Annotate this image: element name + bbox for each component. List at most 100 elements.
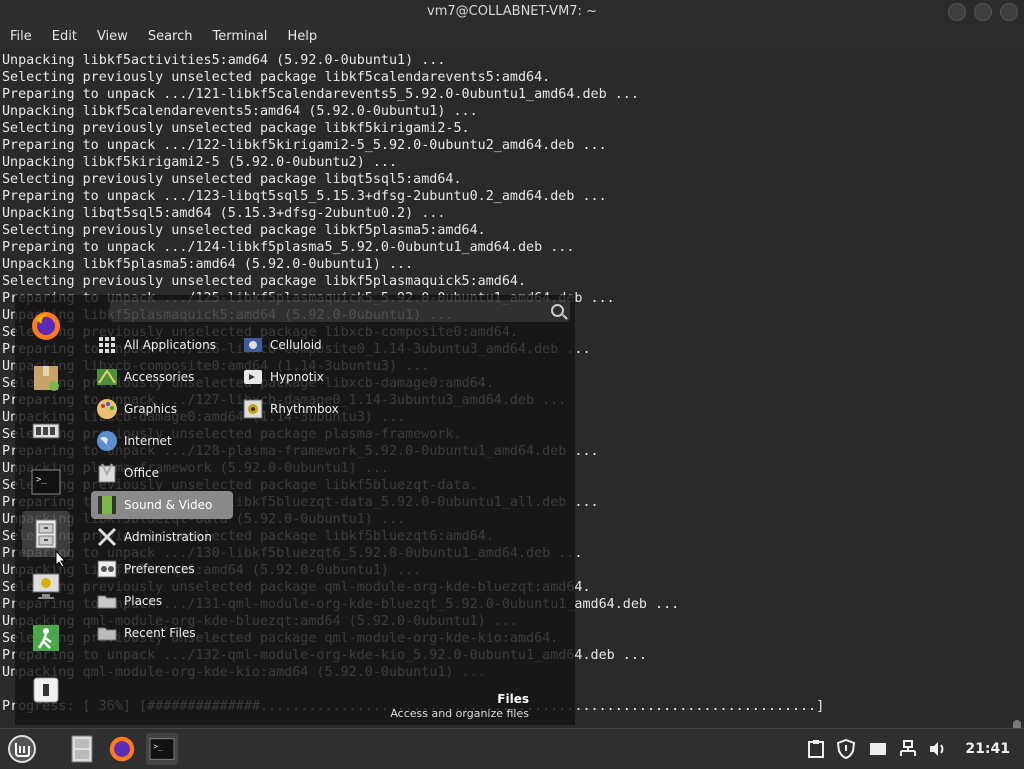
category-label: Preferences (124, 562, 195, 576)
category-preferences[interactable]: Preferences (91, 555, 233, 583)
menu-edit[interactable]: Edit (42, 29, 87, 44)
maximize-button[interactable] (974, 3, 992, 21)
app-label: Hypnotix (270, 370, 324, 384)
power-switch-icon (33, 677, 59, 703)
panel-clock[interactable]: 21:41 (965, 729, 1010, 769)
menu-bar: File Edit View Search Terminal Help (0, 24, 1024, 48)
app-rhythmbox[interactable]: Rhythmbox (237, 395, 339, 423)
file-cabinet-icon (71, 735, 93, 763)
terminal-line: Preparing to unpack .../121-libkf5calend… (2, 87, 639, 102)
film-strip-icon (96, 494, 118, 516)
tooltip-title: Files (497, 692, 529, 706)
app-label: Rhythmbox (270, 402, 339, 416)
terminal-line: Unpacking libqt5sql5:amd64 (5.15.3+dfsg-… (2, 206, 446, 221)
mint-logo-icon (8, 735, 36, 763)
svg-text:>_: >_ (153, 742, 163, 751)
menu-search-box[interactable] (110, 300, 570, 322)
terminal-icon: >_ (149, 738, 175, 760)
fav-firefox[interactable] (22, 303, 70, 349)
terminal-line: Selecting previously unselected package … (2, 274, 527, 289)
firefox-icon (109, 736, 135, 762)
terminal-scrollbar[interactable] (1010, 48, 1024, 760)
category-accessories[interactable]: Accessories (91, 363, 233, 391)
category-graphics[interactable]: Graphics (91, 395, 233, 423)
category-administration[interactable]: Administration (91, 523, 233, 551)
terminal-line: Unpacking libkf5activities5:amd64 (5.92.… (2, 53, 446, 68)
bottom-panel: >_ 21:41 (0, 728, 1024, 768)
mouse-cursor-icon (55, 550, 67, 568)
svg-text:>_: >_ (36, 475, 47, 485)
fav-shutdown[interactable] (22, 667, 70, 713)
tools-icon (96, 526, 118, 548)
menu-search-input[interactable] (114, 300, 538, 322)
window-titlebar[interactable]: vm7@COLLABNET-VM7: ~ (0, 0, 1024, 24)
accessories-icon (96, 366, 118, 388)
taskbar-terminal[interactable]: >_ (146, 733, 178, 765)
terminal-line: Preparing to unpack .../123-libqt5sql5_5… (2, 189, 607, 204)
tray-clipboard[interactable] (806, 739, 826, 759)
folder-icon (96, 590, 118, 612)
taskbar-firefox[interactable] (106, 733, 138, 765)
package-icon (34, 366, 59, 391)
office-icon (96, 462, 118, 484)
fav-logout[interactable] (22, 615, 70, 661)
volume-icon (930, 742, 944, 756)
category-office[interactable]: Office (91, 459, 233, 487)
application-menu: >_ All Applications Accessories Graphics… (15, 295, 575, 725)
tray-update-manager[interactable] (836, 739, 856, 759)
network-icon (900, 740, 916, 756)
logout-icon (33, 625, 59, 651)
menu-search[interactable]: Search (138, 29, 203, 44)
terminal-line: Preparing to unpack .../122-libkf5kiriga… (2, 138, 607, 153)
terminal-line: Preparing to unpack .../124-libkf5plasma… (2, 240, 575, 255)
search-icon (551, 304, 564, 317)
menu-help[interactable]: Help (277, 29, 327, 44)
synaptic-icon (32, 423, 60, 439)
category-label: Office (124, 466, 160, 480)
palette-icon (96, 398, 118, 420)
minimize-button[interactable] (948, 3, 966, 21)
menu-file[interactable]: File (0, 29, 42, 44)
fav-software-manager[interactable] (22, 355, 70, 401)
taskbar-files[interactable] (66, 733, 98, 765)
tray-network[interactable] (898, 739, 918, 759)
preferences-icon (96, 558, 118, 580)
category-places[interactable]: Places (91, 587, 233, 615)
terminal-line: Unpacking libkf5calendarevents5:amd64 (5… (2, 104, 478, 119)
category-label: Accessories (124, 370, 195, 384)
window-title: vm7@COLLABNET-VM7: ~ (427, 4, 597, 19)
favorites-bar: >_ (19, 295, 73, 725)
close-button[interactable] (1000, 3, 1018, 21)
category-label: All Applications (124, 338, 216, 352)
category-sound-video[interactable]: Sound & Video (91, 491, 233, 519)
category-label: Graphics (124, 402, 177, 416)
shield-icon (837, 739, 855, 759)
tray-keyboard[interactable] (868, 739, 888, 759)
menu-button[interactable] (6, 733, 38, 765)
celluloid-icon (242, 334, 264, 356)
terminal-icon: >_ (31, 469, 61, 495)
grid-icon (96, 334, 118, 356)
category-all-applications[interactable]: All Applications (91, 331, 233, 359)
terminal-line: Unpacking libkf5plasma5:amd64 (5.92.0-0u… (2, 257, 414, 272)
category-label: Administration (124, 530, 212, 544)
category-recent-files[interactable]: Recent Files (91, 619, 233, 647)
category-label: Internet (124, 434, 172, 448)
clipboard-icon (808, 740, 824, 758)
menu-view[interactable]: View (87, 29, 138, 44)
app-celluloid[interactable]: Celluloid (237, 331, 322, 359)
rhythmbox-icon (242, 398, 264, 420)
keyboard-icon (870, 743, 886, 755)
monitor-lock-icon (32, 573, 60, 599)
tray-volume[interactable] (928, 739, 948, 759)
menu-terminal[interactable]: Terminal (202, 29, 277, 44)
category-label: Places (124, 594, 163, 608)
terminal-line: Unpacking libkf5kirigami2-5 (5.92.0-0ubu… (2, 155, 398, 170)
fav-lock-screen[interactable] (22, 563, 70, 609)
fav-terminal[interactable]: >_ (22, 459, 70, 505)
app-hypnotix[interactable]: Hypnotix (237, 363, 324, 391)
hypnotix-icon (242, 366, 264, 388)
terminal-line: Selecting previously unselected package … (2, 70, 551, 85)
fav-synaptic[interactable] (22, 407, 70, 453)
category-internet[interactable]: Internet (91, 427, 233, 455)
